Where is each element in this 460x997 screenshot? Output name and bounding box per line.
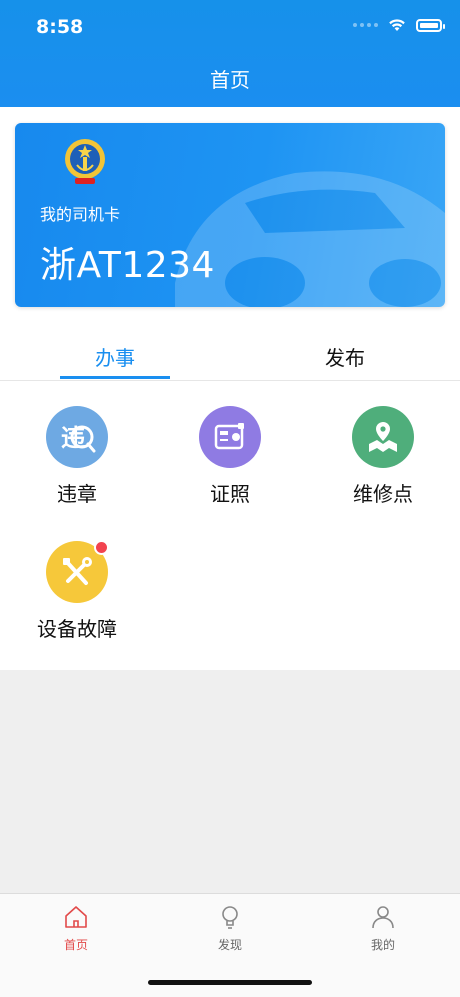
service-repair-point[interactable]: 维修点 <box>318 406 448 507</box>
service-label: 证照 <box>210 482 250 506</box>
bottom-nav-label: 发现 <box>217 938 242 952</box>
map-pin-icon <box>352 406 414 468</box>
home-icon <box>65 906 87 928</box>
signal-icon <box>353 23 378 27</box>
service-label: 设备故障 <box>37 617 117 641</box>
top-bar: 8:58 首页 <box>0 0 460 107</box>
license-icon <box>199 406 261 468</box>
card-label: 我的司机卡 <box>40 205 121 224</box>
home-indicator <box>148 980 312 985</box>
status-icons <box>353 18 445 32</box>
wifi-icon <box>389 19 405 31</box>
tab-active-indicator <box>60 376 170 379</box>
bottom-nav-mine[interactable]: 我的 <box>343 904 423 953</box>
tab-bar: 办事 发布 <box>0 330 460 381</box>
bottom-nav-discover[interactable]: 发现 <box>190 904 270 953</box>
bulb-icon <box>222 906 238 929</box>
violation-icon: 违 <box>46 406 108 468</box>
driver-card[interactable]: 我的司机卡 浙AT1234 <box>15 123 445 307</box>
person-icon <box>372 906 394 929</box>
bottom-nav-home[interactable]: 首页 <box>36 904 116 953</box>
tools-icon <box>46 540 109 603</box>
status-time: 8:58 <box>36 16 84 38</box>
police-emblem-icon <box>65 139 105 184</box>
plate-number: 浙AT1234 <box>40 245 215 286</box>
tab-affairs[interactable]: 办事 <box>60 342 170 371</box>
battery-icon <box>416 18 445 32</box>
service-label: 违章 <box>57 482 97 506</box>
bottom-nav-label: 首页 <box>63 938 88 952</box>
service-violation[interactable]: 违 违章 <box>12 406 142 507</box>
tab-publish[interactable]: 发布 <box>290 342 400 371</box>
service-device-fault[interactable]: 设备故障 <box>12 540 142 642</box>
bottom-nav-label: 我的 <box>370 938 395 952</box>
notification-badge <box>94 540 109 555</box>
page-title: 首页 <box>210 68 250 92</box>
service-label: 维修点 <box>353 482 413 506</box>
service-license[interactable]: 证照 <box>165 406 295 507</box>
